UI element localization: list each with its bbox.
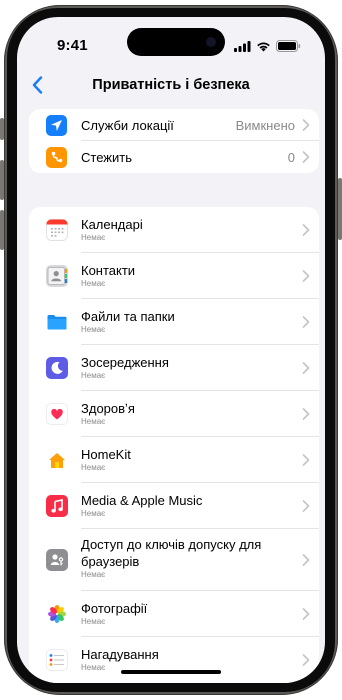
list-glyph-icon: [49, 654, 64, 666]
app-permissions-group: Календарі Немає Контакти Немає Файли та …: [29, 207, 319, 683]
home-indicator[interactable]: [121, 670, 221, 674]
wifi-icon: [257, 42, 270, 51]
status-time: 9:41: [57, 37, 88, 54]
house-glyph-icon: [49, 452, 65, 468]
list-item-subtitle: Немає: [81, 617, 106, 626]
list-item-media-apple-music[interactable]: Media & Apple Music Немає: [29, 483, 319, 529]
list-item-passkeys[interactable]: Доступ до ключів допуску для браузерів Н…: [29, 529, 319, 591]
calendar-glyph-icon: [46, 219, 68, 241]
list-item-contacts[interactable]: Контакти Немає: [29, 253, 319, 299]
list-item-subtitle: Немає: [81, 371, 106, 380]
chevron-right-icon: [302, 119, 310, 131]
list-item-reminders[interactable]: Нагадування Немає: [29, 637, 319, 683]
chevron-right-icon: [302, 608, 310, 620]
chevron-right-icon: [302, 270, 310, 282]
location-services-label: Служби локації: [81, 117, 174, 133]
list-item-title: Контакти: [81, 263, 136, 278]
chevron-right-icon: [302, 224, 310, 236]
note-glyph-icon: [51, 499, 63, 513]
chevron-right-icon: [302, 316, 310, 328]
cellular-signal-icon: [234, 40, 251, 52]
chevron-right-icon: [302, 554, 310, 566]
chevron-right-icon: [302, 362, 310, 374]
list-item-subtitle: Немає: [81, 417, 106, 426]
camera-icon: [206, 37, 216, 47]
list-item-title: Нагадування: [81, 647, 159, 662]
health-heart-icon: [46, 403, 68, 425]
screen: 9:41 Приватність і безпека Служби локаці…: [17, 17, 325, 683]
navigation-bar: Приватність і безпека: [17, 67, 325, 103]
list-item-title: Календарі: [81, 217, 143, 232]
reminders-list-icon: [46, 649, 68, 671]
list-item-title: Media & Apple Music: [81, 493, 203, 508]
list-item-health[interactable]: Здоровʼя Немає: [29, 391, 319, 437]
action-button: [0, 118, 4, 140]
list-item-title: Фотографії: [81, 601, 148, 616]
flower-glyph-icon: [48, 605, 66, 623]
list-item-homekit[interactable]: HomeKit Немає: [29, 437, 319, 483]
contacts-glyph-icon: [46, 265, 68, 287]
chevron-right-icon: [302, 151, 310, 163]
contacts-icon: [46, 265, 68, 287]
music-note-icon: [46, 495, 68, 517]
volume-up-button: [0, 160, 4, 200]
list-item-subtitle: Немає: [81, 463, 106, 472]
location-arrow-icon: [51, 119, 62, 131]
location-tracking-group: Служби локації Вимкнено Стежить 0: [29, 109, 319, 173]
location-services-value: Вимкнено: [235, 117, 295, 133]
chevron-right-icon: [302, 454, 310, 466]
list-item-title: Здоровʼя: [81, 401, 135, 416]
volume-down-button: [0, 210, 4, 250]
list-item-subtitle: Немає: [81, 509, 106, 518]
focus-moon-icon: [46, 357, 68, 379]
photos-flower-icon: [46, 603, 68, 625]
tracking-icon: [51, 151, 62, 163]
list-item-title: HomeKit: [81, 447, 131, 462]
power-button: [338, 178, 342, 240]
status-icons: [234, 39, 301, 53]
list-item-subtitle: Немає: [81, 325, 106, 334]
list-item-subtitle: Немає: [81, 570, 106, 579]
location-icon-box: [46, 114, 67, 136]
page-title: Приватність і безпека: [92, 77, 250, 93]
list-item-calendars[interactable]: Календарі Немає: [29, 207, 319, 253]
passkey-glyph-icon: [50, 554, 64, 566]
tracking-label: Стежить: [81, 149, 132, 165]
list-item-title: Файли та папки: [81, 309, 175, 324]
tracking-row[interactable]: Стежить 0: [29, 141, 319, 173]
list-item-files[interactable]: Файли та папки Немає: [29, 299, 319, 345]
list-item-subtitle: Немає: [81, 233, 106, 242]
homekit-house-icon: [46, 449, 68, 471]
chevron-right-icon: [302, 654, 310, 666]
chevron-right-icon: [302, 408, 310, 420]
tracking-value: 0: [287, 149, 295, 165]
heart-glyph-icon: [51, 408, 63, 419]
moon-glyph-icon: [51, 361, 63, 374]
files-folder-icon: [46, 311, 68, 333]
list-item-photos[interactable]: Фотографії Немає: [29, 591, 319, 637]
chevron-right-icon: [302, 500, 310, 512]
list-item-focus[interactable]: Зосередження Немає: [29, 345, 319, 391]
passkey-access-icon: [46, 549, 68, 571]
list-item-title: Зосередження: [81, 355, 169, 370]
location-services-row[interactable]: Служби локації Вимкнено: [29, 109, 319, 141]
dynamic-island: [127, 28, 225, 56]
tracking-icon-box: [46, 146, 67, 168]
status-bar: 9:41: [17, 17, 325, 67]
battery-icon: [276, 40, 301, 52]
list-item-subtitle: Немає: [81, 279, 106, 288]
list-item-title: Доступ до ключів допуску для браузерів: [81, 537, 262, 569]
calendar-icon: [46, 219, 68, 241]
folder-glyph-icon: [47, 315, 67, 330]
